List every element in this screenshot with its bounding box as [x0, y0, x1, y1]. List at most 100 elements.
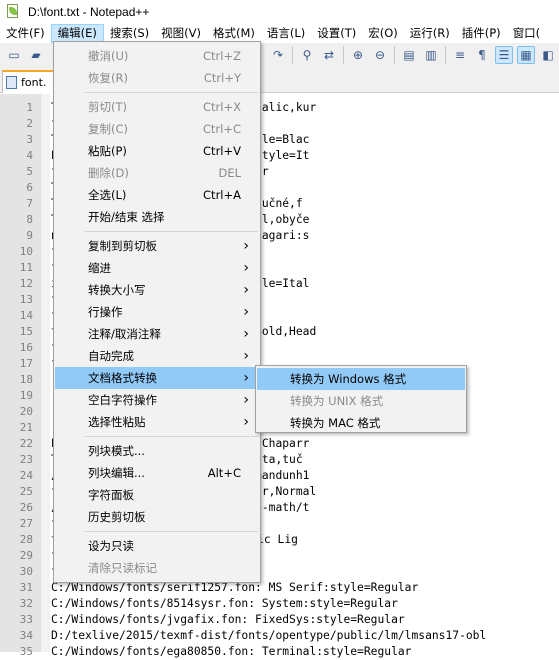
edit-menu-item[interactable]: 复制(C) Ctrl+C	[55, 118, 259, 140]
toolbar-separator	[292, 46, 293, 64]
line-number: 1	[26, 101, 33, 114]
menu-view[interactable]: 视图(V)	[155, 24, 207, 43]
editor-line[interactable]: 35 C:/Windows/fonts/ega80850.fon: Termina…	[0, 644, 559, 660]
menu-item-shortcut: DEL	[218, 166, 241, 180]
edit-menu-item[interactable]: 列块模式...	[55, 440, 259, 462]
edit-menu-item[interactable]: 复制到剪切板 ›	[55, 235, 259, 257]
menu-language[interactable]: 语言(L)	[261, 24, 311, 43]
menu-separator	[84, 92, 258, 93]
menu-format[interactable]: 格式(M)	[207, 24, 261, 43]
menu-item-shortcut: Ctrl+Y	[203, 71, 241, 85]
menu-bar: 文件(F) 编辑(E) 搜索(S) 视图(V) 格式(M) 语言(L) 设置(T…	[0, 23, 559, 43]
edit-menu-item[interactable]: 选择性粘贴 ›	[55, 411, 259, 433]
submenu-item-label: 转换为 MAC 格式	[290, 416, 381, 430]
edit-menu-item[interactable]: 全选(L) Ctrl+A	[55, 184, 259, 206]
edit-menu-item[interactable]: 删除(D) DEL	[55, 162, 259, 184]
menu-file[interactable]: 文件(F)	[0, 24, 51, 43]
edit-menu-item[interactable]: 剪切(T) Ctrl+X	[55, 96, 259, 118]
edit-menu-item[interactable]: 清除只读标记	[55, 557, 259, 579]
line-number: 13	[19, 293, 33, 306]
submenu-arrow-icon: ›	[243, 260, 249, 276]
menu-item-label: 列块编辑...	[88, 466, 145, 480]
eol-conversion-submenu: 转换为 Windows 格式 转换为 UNIX 格式 转换为 MAC 格式	[255, 365, 467, 433]
submenu-item[interactable]: 转换为 MAC 格式	[257, 412, 465, 434]
menu-search[interactable]: 搜索(S)	[104, 24, 155, 43]
line-number: 9	[26, 229, 33, 242]
edit-menu-item[interactable]: 历史剪切板	[55, 506, 259, 528]
zoom-out-icon[interactable]: ⊖	[371, 46, 389, 64]
open-file-icon[interactable]: ▰	[27, 46, 45, 64]
doc-map-icon[interactable]: ◧	[539, 46, 557, 64]
edit-menu-item[interactable]: 字符面板	[55, 484, 259, 506]
menu-item-label: 撤消(U)	[88, 49, 129, 63]
edit-menu-item[interactable]: 缩进 ›	[55, 257, 259, 279]
edit-menu-item[interactable]: 列块编辑... Alt+C	[55, 462, 259, 484]
menu-edit[interactable]: 编辑(E)	[50, 23, 104, 43]
menu-window[interactable]: 窗口(	[507, 24, 547, 43]
menu-settings[interactable]: 设置(T)	[311, 24, 362, 43]
redo-icon[interactable]: ↷	[269, 46, 287, 64]
menu-item-label: 注释/取消注释	[88, 327, 161, 341]
toolbar-separator	[394, 46, 395, 64]
user-lang-icon[interactable]: ▦	[517, 46, 535, 64]
word-wrap-icon[interactable]: ≡	[451, 46, 469, 64]
line-text: D:/texlive/2015/texmf-dist/fonts/opentyp…	[51, 629, 487, 642]
sync-horizontal-icon[interactable]: ▥	[422, 46, 440, 64]
line-text: C:/Windows/fonts/jvgafix.fon: FixedSys:s…	[51, 613, 405, 626]
edit-menu-item[interactable]: 空白字符操作 ›	[55, 389, 259, 411]
edit-menu-item[interactable]: 文档格式转换 ›	[55, 367, 259, 389]
menu-item-label: 行操作	[88, 305, 123, 319]
show-all-chars-icon[interactable]: ¶	[473, 46, 491, 64]
file-icon	[6, 76, 17, 89]
edit-menu-item[interactable]: 转换大小写 ›	[55, 279, 259, 301]
menu-item-shortcut: Alt+C	[207, 466, 241, 480]
menu-item-label: 清除只读标记	[88, 561, 157, 575]
submenu-arrow-icon: ›	[243, 392, 249, 408]
editor-line[interactable]: 32 C:/Windows/fonts/8514sysr.fon: System:…	[0, 596, 559, 612]
edit-menu-item[interactable]: 行操作 ›	[55, 301, 259, 323]
edit-menu-dropdown: 撤消(U) Ctrl+Z 恢复(R) Ctrl+Y 剪切(T) Ctrl+X 复制(C) Ct…	[53, 41, 261, 583]
menu-item-label: 剪切(T)	[88, 100, 127, 114]
menu-item-label: 转换大小写	[88, 283, 146, 297]
editor-line[interactable]: 33 C:/Windows/fonts/jvgafix.fon: FixedSys…	[0, 612, 559, 628]
indent-guide-icon[interactable]: ☰	[495, 46, 513, 64]
submenu-arrow-icon: ›	[243, 348, 249, 364]
sync-vertical-icon[interactable]: ▤	[400, 46, 418, 64]
menu-item-label: 设为只读	[88, 539, 134, 553]
edit-menu-item[interactable]: 设为只读	[55, 535, 259, 557]
submenu-item[interactable]: 转换为 UNIX 格式	[257, 390, 465, 412]
find-icon[interactable]: ⚲	[298, 46, 316, 64]
edit-menu-item[interactable]: 开始/结束 选择	[55, 206, 259, 228]
menu-item-label: 复制到剪切板	[88, 239, 157, 253]
zoom-in-icon[interactable]: ⊕	[349, 46, 367, 64]
submenu-item-label: 转换为 UNIX 格式	[290, 394, 384, 408]
submenu-item[interactable]: 转换为 Windows 格式	[257, 368, 465, 390]
editor-line[interactable]: 34 D:/texlive/2015/texmf-dist/fonts/opent…	[0, 628, 559, 644]
submenu-item-label: 转换为 Windows 格式	[290, 372, 407, 386]
menu-run[interactable]: 运行(R)	[404, 24, 456, 43]
line-number: 2	[26, 117, 33, 130]
menu-item-label: 恢复(R)	[88, 71, 128, 85]
line-number: 5	[26, 165, 33, 178]
line-number: 4	[26, 149, 33, 162]
line-number: 10	[19, 245, 33, 258]
edit-menu-item[interactable]: 自动完成 ›	[55, 345, 259, 367]
new-file-icon[interactable]: ▭	[5, 46, 23, 64]
menu-item-label: 复制(C)	[88, 122, 129, 136]
edit-menu-item[interactable]: 粘贴(P) Ctrl+V	[55, 140, 259, 162]
edit-menu-item[interactable]: 注释/取消注释 ›	[55, 323, 259, 345]
menu-plugins[interactable]: 插件(P)	[456, 24, 507, 43]
line-text: C:/Windows/fonts/8514sysr.fon: System:st…	[51, 597, 398, 610]
line-text: C:/Windows/fonts/ega80850.fon: Terminal:…	[51, 645, 412, 658]
menu-item-label: 空白字符操作	[88, 393, 157, 407]
edit-menu-item[interactable]: 恢复(R) Ctrl+Y	[55, 67, 259, 89]
window-title: D:\font.txt - Notepad++	[28, 4, 150, 19]
edit-menu-item[interactable]: 撤消(U) Ctrl+Z	[55, 45, 259, 67]
line-number: 33	[19, 613, 33, 626]
menu-item-label: 粘贴(P)	[88, 144, 127, 158]
replace-icon[interactable]: ⇄	[320, 46, 338, 64]
menu-macro[interactable]: 宏(O)	[362, 24, 404, 43]
title-bar: D:\font.txt - Notepad++	[0, 0, 559, 23]
submenu-arrow-icon: ›	[243, 238, 249, 254]
submenu-arrow-icon: ›	[243, 414, 249, 430]
